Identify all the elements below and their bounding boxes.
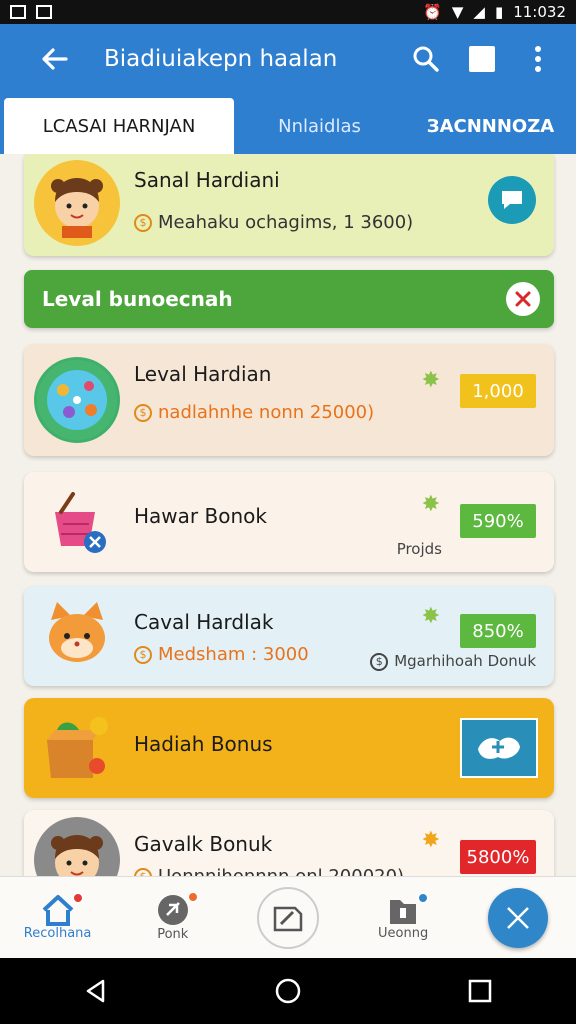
nav-ponk[interactable]: Ponk <box>123 891 223 942</box>
coin-icon: $ <box>134 404 152 422</box>
bonus-card[interactable]: Hadiah Bonus <box>24 698 554 798</box>
value-badge: 590% <box>460 504 536 538</box>
candy-icon <box>34 357 120 443</box>
home-circle-icon[interactable] <box>274 977 302 1005</box>
status-time: 11:032 <box>513 3 566 21</box>
card-subtitle-text: Meahaku ochagims, 1 3600) <box>158 212 414 233</box>
coin-icon: $ <box>370 652 389 671</box>
card-title: Leval Hardian <box>134 362 272 386</box>
list-item[interactable]: Caval Hardlak $ Medsham : 3000 ✸ 850% $ Mg… <box>24 586 554 686</box>
star-icon: ✸ <box>421 828 440 853</box>
cross-swords-icon <box>488 887 549 948</box>
edit-ticket-icon <box>256 886 319 949</box>
mail-icon <box>36 5 52 19</box>
card-meta-text: Mgarhihoah Donuk <box>394 652 536 670</box>
app-bar: Biadiuiakepn haalan <box>0 24 576 94</box>
back-icon[interactable] <box>83 978 109 1004</box>
card-title: Gavalk Bonuk <box>134 832 273 856</box>
notification-dot <box>71 892 84 904</box>
list-item[interactable]: Gavalk Bonuk $ Uonnnihonnnn onl 200020) ✸… <box>24 810 554 876</box>
star-icon: ✸ <box>421 368 440 393</box>
coin-tag-icon <box>157 895 188 925</box>
signal-icon: ◢ <box>473 3 485 21</box>
card-subtitle-text: Medsham : 3000 <box>158 644 309 665</box>
coin-icon: $ <box>134 646 152 664</box>
recents-icon[interactable] <box>467 978 493 1004</box>
star-icon: ✸ <box>421 492 440 517</box>
nav-center[interactable] <box>238 886 338 949</box>
notification-dot <box>186 891 199 903</box>
status-bar: ⏰ ▼ ◢ ▮ 11:032 <box>0 0 576 24</box>
search-icon[interactable] <box>406 39 446 79</box>
battery-icon: ▮ <box>494 3 504 21</box>
card-subtitle: $ nadlahnhe nonn 25000) <box>134 402 374 423</box>
home-icon <box>42 895 73 926</box>
cat-icon <box>34 593 120 679</box>
notification-icon <box>10 5 26 19</box>
value-badge: 1,000 <box>460 374 536 408</box>
value-badge: 850% <box>460 614 536 648</box>
nav-fab[interactable] <box>468 887 568 948</box>
card-meta: $ Mgarhihoah Donuk <box>370 652 536 671</box>
card-subtitle-text: nadlahnhe nonn 25000) <box>158 402 375 423</box>
nav-ponk-label: Ponk <box>157 927 189 942</box>
reward-list: Sanal Hardiani $ Meahaku ochagims, 1 3600… <box>0 154 576 876</box>
notification-dot <box>417 892 430 904</box>
list-item[interactable]: Sanal Hardiani $ Meahaku ochagims, 1 3600… <box>24 154 554 256</box>
nav-ueonng[interactable]: Ueonng <box>353 892 453 941</box>
list-item[interactable]: Leval Hardian $ nadlahnhe nonn 25000) ✸ 1… <box>24 344 554 456</box>
alarm-icon: ⏰ <box>423 3 442 21</box>
gift-box-icon <box>34 705 120 791</box>
card-title: Hadiah Bonus <box>134 732 273 756</box>
card-subtitle: $ Medsham : 3000 <box>134 644 309 665</box>
tab-bar: LCASAI HARNJAN Nnlaidlas ЗАСNNNOZA <box>0 94 576 160</box>
basket-icon <box>34 479 120 565</box>
coin-icon: $ <box>134 868 152 876</box>
banner-title: Leval bunoecnah <box>42 287 233 311</box>
bottom-nav: Recolhana Ponk Ueonng <box>0 876 576 958</box>
card-meta: Projds <box>396 540 442 558</box>
avatar <box>34 160 120 246</box>
tab-lcasai-harnjan[interactable]: LCASAI HARNJAN <box>4 98 234 160</box>
tab-third[interactable]: ЗАСNNNOZA <box>405 98 576 154</box>
card-title: Sanal Hardiani <box>134 168 280 192</box>
tab-nnlaidlas[interactable]: Nnlaidlas <box>234 98 405 154</box>
more-vert-icon[interactable] <box>518 39 558 79</box>
level-banner[interactable]: Leval bunoecnah <box>24 270 554 328</box>
avatar <box>34 817 120 876</box>
app-title: Biadiuiakepn haalan <box>104 46 338 72</box>
card-subtitle-text: Uonnnihonnnn onl 200020) <box>158 866 404 876</box>
handshake-icon[interactable] <box>460 718 538 778</box>
card-title: Caval Hardlak <box>134 610 274 634</box>
value-badge: 5800% <box>460 840 536 874</box>
chat-bubble-icon[interactable] <box>488 176 536 224</box>
nav-home-label: Recolhana <box>23 926 92 941</box>
star-icon: ✸ <box>421 604 440 629</box>
nav-home[interactable]: Recolhana <box>8 892 108 941</box>
back-arrow-icon[interactable] <box>34 39 74 79</box>
wifi-icon: ▼ <box>451 3 464 21</box>
card-title: Hawar Bonok <box>134 504 267 528</box>
stop-icon[interactable] <box>462 39 502 79</box>
nav-ueonng-label: Ueonng <box>378 926 429 941</box>
system-nav-bar <box>0 958 576 1024</box>
card-subtitle: $ Meahaku ochagims, 1 3600) <box>134 212 413 233</box>
close-icon[interactable] <box>506 282 540 316</box>
folder-icon <box>390 900 417 924</box>
list-item[interactable]: Hawar Bonok ✸ 590% Projds <box>24 472 554 572</box>
coin-icon: $ <box>134 214 152 232</box>
card-subtitle: $ Uonnnihonnnn onl 200020) <box>134 866 404 876</box>
